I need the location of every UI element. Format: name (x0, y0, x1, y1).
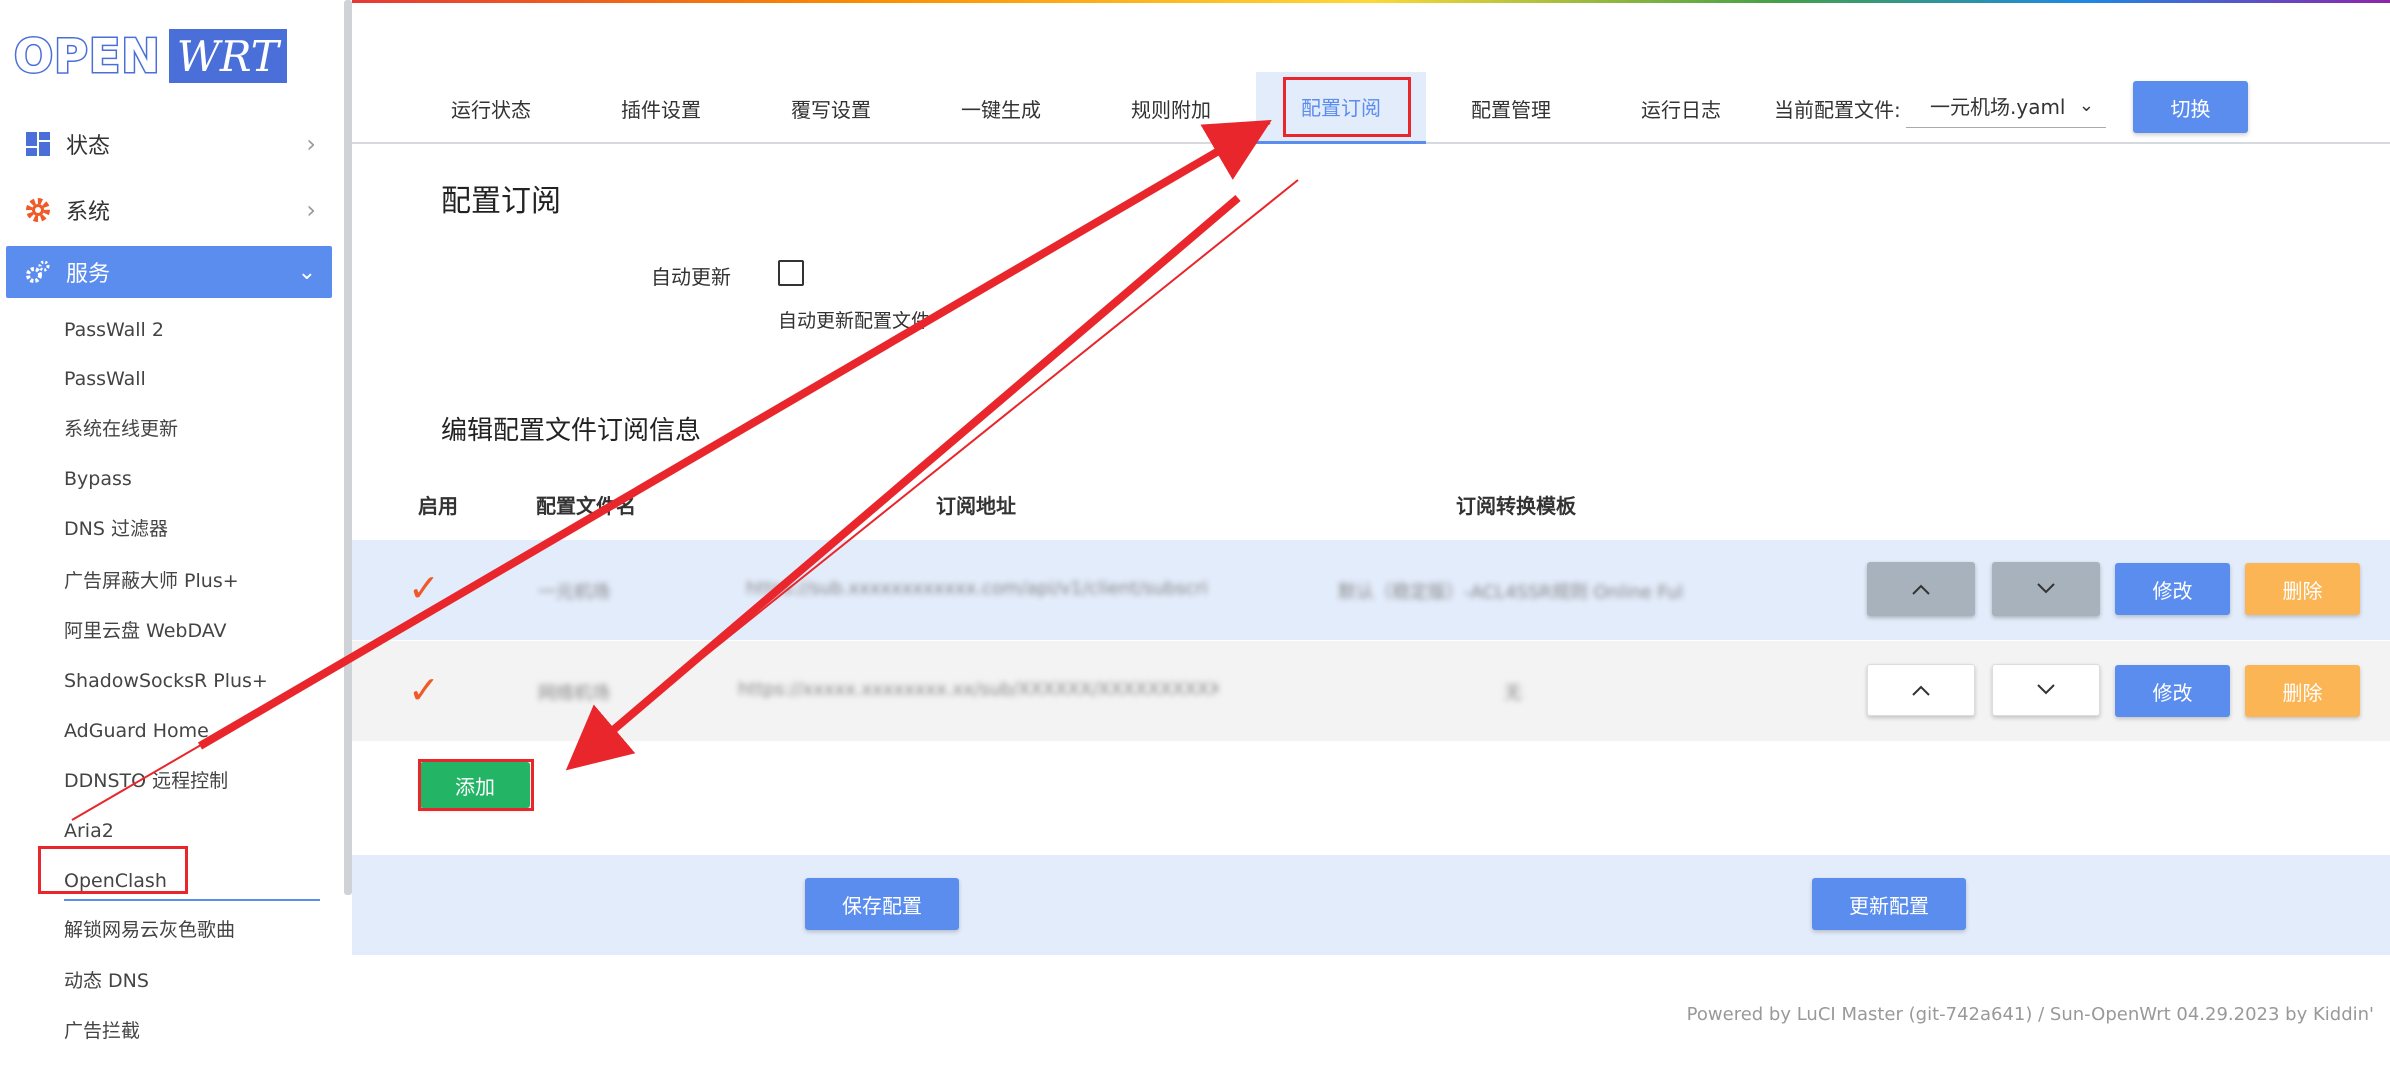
sidebar-subitem-online-update[interactable]: 系统在线更新 (64, 414, 178, 444)
row-config-name: 一元机场 (538, 582, 610, 603)
save-config-button[interactable]: 保存配置 (805, 878, 959, 930)
services-icon (24, 258, 52, 286)
sidebar: OPEN WRT 状态 › 系统 › 服务 ⌄ PassWall 2 PassW… (0, 0, 352, 1068)
gear-icon (24, 196, 52, 224)
chevron-right-icon: › (306, 130, 316, 158)
sidebar-subitem-passwall2[interactable]: PassWall 2 (64, 315, 164, 345)
sidebar-subitem-adguard-home[interactable]: AdGuard Home (64, 716, 209, 746)
sidebar-subitem-adblock[interactable]: 广告拦截 (64, 1016, 140, 1046)
auto-update-description: 自动更新配置文件 (778, 310, 931, 332)
row-subscribe-url: https://sub.xxxxxxxxxxxx.com/api/v1/clie… (746, 578, 1206, 599)
annotation-box-tab (1283, 77, 1411, 137)
switch-config-button[interactable]: 切换 (2133, 81, 2248, 133)
move-down-button[interactable] (1992, 562, 2100, 616)
delete-button[interactable]: 删除 (2245, 665, 2360, 717)
action-bar (352, 855, 2390, 955)
update-config-button[interactable]: 更新配置 (1812, 878, 1966, 930)
edit-button[interactable]: 修改 (2115, 665, 2230, 717)
chevron-right-icon: › (306, 196, 316, 224)
logo-text-wrt: WRT (168, 29, 287, 83)
sidebar-item-label: 系统 (66, 200, 111, 225)
sidebar-item-system[interactable]: 系统 › (6, 184, 332, 236)
column-header-enable: 启用 (418, 494, 458, 518)
row-config-name: 网络机场 (538, 683, 610, 704)
column-header-subscribe-url: 订阅地址 (936, 494, 1016, 518)
sidebar-item-label: 服务 (66, 262, 111, 287)
tab-rule-append[interactable]: 规则附加 (1086, 72, 1256, 144)
sidebar-subitem-adblock-plus[interactable]: 广告屏蔽大师 Plus+ (64, 566, 239, 596)
active-item-underline (64, 899, 320, 901)
sidebar-subitem-ddns[interactable]: 动态 DNS (64, 966, 149, 996)
auto-update-label: 自动更新 (651, 265, 731, 289)
sidebar-scrollbar[interactable] (344, 0, 352, 895)
sidebar-subitem-aria2[interactable]: Aria2 (64, 816, 114, 846)
move-up-button[interactable] (1867, 562, 1975, 616)
current-config-value: 一元机场.yaml (1930, 95, 2066, 119)
chevron-up-icon (1912, 685, 1930, 696)
column-header-config-name: 配置文件名 (536, 494, 636, 518)
page-title: 配置订阅 (441, 184, 561, 219)
sidebar-subitem-passwall[interactable]: PassWall (64, 364, 146, 394)
tab-run-status[interactable]: 运行状态 (406, 72, 576, 144)
edit-button[interactable]: 修改 (2115, 563, 2230, 615)
chevron-down-icon (2037, 684, 2055, 695)
current-config-select[interactable]: 一元机场.yaml ⌄ (1906, 84, 2106, 128)
edit-subscription-title: 编辑配置文件订阅信息 (441, 416, 702, 446)
delete-button[interactable]: 删除 (2245, 563, 2360, 615)
tab-override-settings[interactable]: 覆写设置 (746, 72, 916, 144)
sidebar-item-label: 状态 (66, 134, 111, 159)
enabled-check-icon: ✓ (408, 566, 440, 610)
top-accent-stripe (352, 0, 2390, 3)
enabled-check-icon: ✓ (408, 668, 440, 712)
sidebar-subitem-aliyun-webdav[interactable]: 阿里云盘 WebDAV (64, 616, 227, 646)
sidebar-item-status[interactable]: 状态 › (6, 118, 332, 170)
current-config-label: 当前配置文件: (1774, 98, 1901, 122)
row-template: 默认（稳定版）-ACL4SSR规则 Online Full (1338, 582, 1682, 603)
move-down-button[interactable] (1992, 664, 2100, 716)
chevron-down-icon: ⌄ (2078, 95, 2094, 116)
sidebar-item-services[interactable]: 服务 ⌄ (6, 246, 332, 298)
openwrt-logo[interactable]: OPEN WRT (13, 28, 287, 85)
logo-text-open: OPEN (13, 28, 162, 85)
row-subscribe-url: https://xxxxx.xxxxxxxx.xx/sub/XXXXXX/XXX… (738, 679, 1218, 700)
powered-by-footer: Powered by LuCI Master (git-742a641) / S… (1686, 1004, 2374, 1025)
sidebar-subitem-ssr-plus[interactable]: ShadowSocksR Plus+ (64, 666, 268, 696)
column-header-template: 订阅转换模板 (1456, 494, 1576, 518)
annotation-box-add (418, 759, 534, 811)
annotation-box-openclash (38, 846, 188, 894)
sidebar-subitem-unblock-netease[interactable]: 解锁网易云灰色歌曲 (64, 915, 235, 945)
move-up-button[interactable] (1867, 664, 1975, 716)
dashboard-icon (24, 130, 52, 158)
sidebar-subitem-dns-filter[interactable]: DNS 过滤器 (64, 514, 168, 544)
chevron-up-icon (1912, 584, 1930, 595)
tab-config-manage[interactable]: 配置管理 (1426, 72, 1596, 144)
tab-run-log[interactable]: 运行日志 (1596, 72, 1766, 144)
auto-update-checkbox[interactable] (778, 260, 804, 286)
chevron-down-icon (2037, 583, 2055, 594)
tab-one-key-generate[interactable]: 一键生成 (916, 72, 1086, 144)
sidebar-subitem-bypass[interactable]: Bypass (64, 464, 132, 494)
row-template: 无 (1504, 683, 1522, 704)
sidebar-subitem-ddnsto[interactable]: DDNSTO 远程控制 (64, 766, 228, 796)
tab-plugin-settings[interactable]: 插件设置 (576, 72, 746, 144)
chevron-down-icon: ⌄ (297, 259, 316, 285)
